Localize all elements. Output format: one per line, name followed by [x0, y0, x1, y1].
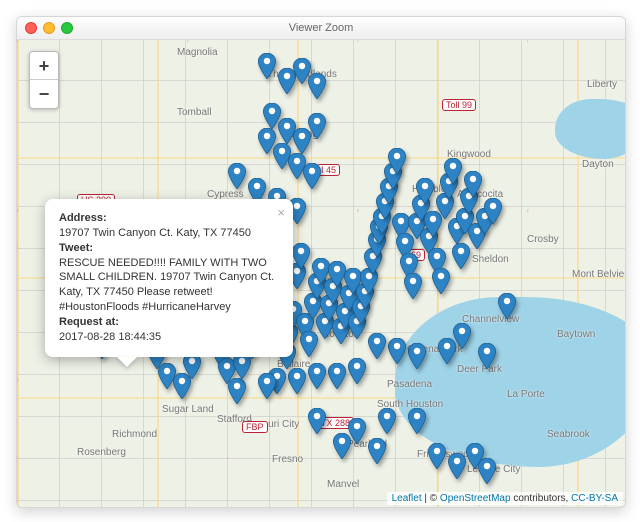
- city-label: Rosenberg: [77, 447, 126, 458]
- map-marker-icon[interactable]: [428, 443, 446, 469]
- city-label: Dayton: [582, 159, 614, 170]
- map-marker-icon[interactable]: [378, 408, 396, 434]
- map-marker-icon[interactable]: [432, 268, 450, 294]
- city-label: Sheldon: [472, 254, 509, 265]
- map-canvas[interactable]: MagnoliaThe WoodlandsTomballSpringKingwo…: [17, 39, 625, 507]
- titlebar: Viewer Zoom: [17, 17, 625, 40]
- attrib-contrib: contributors,: [513, 493, 571, 504]
- map-marker-icon[interactable]: [328, 363, 346, 389]
- map-attribution: Leaflet | © OpenStreetMap contributors, …: [387, 492, 623, 505]
- popup-tip-icon: [117, 357, 137, 367]
- map-marker-icon[interactable]: [416, 178, 434, 204]
- map-marker-icon[interactable]: [258, 373, 276, 399]
- window-title: Viewer Zoom: [17, 22, 625, 34]
- map-marker-icon[interactable]: [292, 243, 310, 269]
- map-marker-icon[interactable]: [498, 293, 516, 319]
- map-marker-icon[interactable]: [308, 408, 326, 434]
- popup-tweet-label: Tweet:: [59, 242, 93, 254]
- attrib-sep: | ©: [424, 493, 440, 504]
- map-marker-icon[interactable]: [303, 163, 321, 189]
- city-label: Seabrook: [547, 429, 590, 440]
- map-marker-icon[interactable]: [333, 433, 351, 459]
- map-marker-icon[interactable]: [388, 148, 406, 174]
- map-marker-icon[interactable]: [368, 333, 386, 359]
- map-marker-icon[interactable]: [308, 363, 326, 389]
- city-label: Tomball: [177, 107, 211, 118]
- highway-shield: FBP: [242, 421, 268, 433]
- map-marker-icon[interactable]: [368, 438, 386, 464]
- map-marker-icon[interactable]: [404, 273, 422, 299]
- popup-close-button[interactable]: ×: [277, 205, 285, 220]
- map-marker-icon[interactable]: [183, 353, 201, 379]
- city-label: Magnolia: [177, 47, 218, 58]
- map-marker-icon[interactable]: [348, 358, 366, 384]
- zoom-out-button[interactable]: −: [30, 80, 58, 108]
- attrib-license-link[interactable]: CC-BY-SA: [571, 493, 618, 504]
- map-marker-icon[interactable]: [228, 378, 246, 404]
- city-label: Fresno: [272, 454, 303, 465]
- city-label: La Porte: [507, 389, 545, 400]
- map-marker-icon[interactable]: [388, 338, 406, 364]
- map-marker-icon[interactable]: [444, 158, 462, 184]
- marker-popup: × Address: 19707 Twin Canyon Ct. Katy, T…: [45, 199, 293, 357]
- map-marker-icon[interactable]: [228, 163, 246, 189]
- city-label: Crosby: [527, 234, 559, 245]
- popup-request-value: 2017-08-28 18:44:35: [59, 331, 161, 343]
- map-marker-icon[interactable]: [258, 53, 276, 79]
- map-marker-icon[interactable]: [484, 198, 502, 224]
- map-marker-icon[interactable]: [308, 73, 326, 99]
- map-marker-icon[interactable]: [464, 171, 482, 197]
- map-marker-icon[interactable]: [288, 368, 306, 394]
- popup-request-label: Request at:: [59, 316, 119, 328]
- city-label: Manvel: [327, 479, 359, 490]
- map-marker-icon[interactable]: [478, 458, 496, 484]
- map-marker-icon[interactable]: [478, 343, 496, 369]
- map-marker-icon[interactable]: [408, 408, 426, 434]
- map-marker-icon[interactable]: [408, 343, 426, 369]
- city-label: Mont Belvieu: [572, 269, 625, 280]
- popup-address-label: Address:: [59, 212, 107, 224]
- city-label: Baytown: [557, 329, 595, 340]
- highway-shield: Toll 99: [442, 99, 476, 111]
- zoom-control: + −: [29, 51, 59, 109]
- map-marker-icon[interactable]: [308, 113, 326, 139]
- attrib-leaflet-link[interactable]: Leaflet: [392, 493, 422, 504]
- map-marker-icon[interactable]: [448, 453, 466, 479]
- map-marker-icon[interactable]: [438, 338, 456, 364]
- city-label: Sugar Land: [162, 404, 214, 415]
- city-label: Liberty: [587, 79, 617, 90]
- city-label: Pasadena: [387, 379, 432, 390]
- city-label: Richmond: [112, 429, 157, 440]
- app-window: Viewer Zoom MagnoliaThe WoodlandsTomball…: [16, 16, 626, 508]
- zoom-in-button[interactable]: +: [30, 52, 58, 80]
- popup-tweet-value: RESCUE NEEDED!!!! FAMILY WITH TWO SMALL …: [59, 257, 274, 314]
- attrib-osm-link[interactable]: OpenStreetMap: [440, 493, 511, 504]
- popup-address-value: 19707 Twin Canyon Ct. Katy, TX 77450: [59, 227, 251, 239]
